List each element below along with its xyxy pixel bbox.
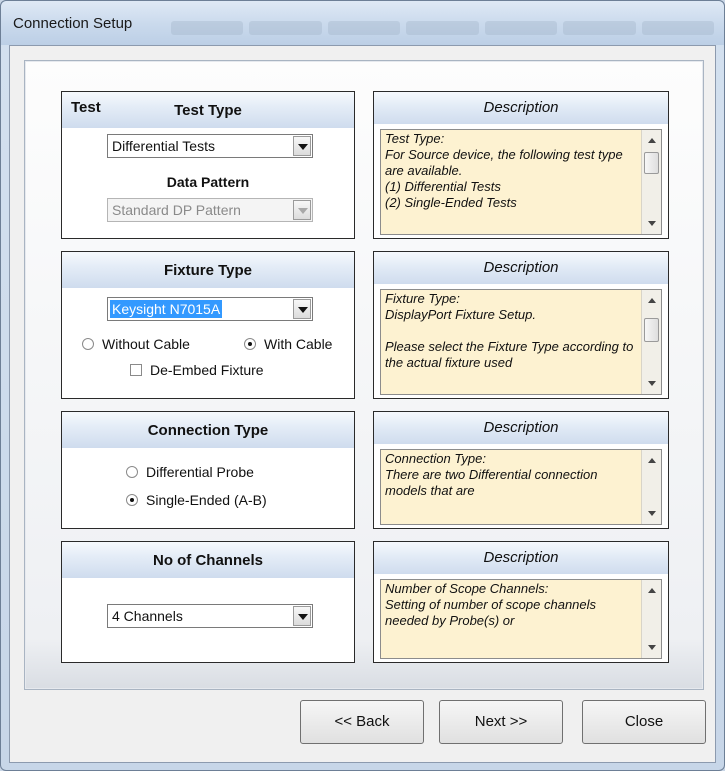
test-type-title: Test Type xyxy=(174,102,242,119)
chevron-down-icon[interactable] xyxy=(293,606,311,626)
scroll-thumb[interactable] xyxy=(644,318,659,342)
description-title: Description xyxy=(483,419,559,436)
data-pattern-value: Standard DP Pattern xyxy=(112,202,241,218)
back-button[interactable]: << Back xyxy=(300,700,424,744)
scroll-up-icon[interactable] xyxy=(648,138,656,143)
description-scrollbar[interactable] xyxy=(641,450,661,524)
description-text: Number of Scope Channels: Setting of num… xyxy=(385,581,597,628)
connection-type-title: Connection Type xyxy=(147,422,269,439)
fixture-description-panel: Description Fixture Type: DisplayPort Fi… xyxy=(373,251,669,399)
single-ended-label: Single-Ended (A-B) xyxy=(146,492,267,508)
radio-unchecked-icon[interactable] xyxy=(126,466,138,478)
radio-checked-icon[interactable] xyxy=(244,338,256,350)
test-description-panel: Description Test Type: For Source device… xyxy=(373,91,669,239)
close-button[interactable]: Close xyxy=(582,700,706,744)
description-scrollbar[interactable] xyxy=(641,290,661,394)
scroll-down-icon[interactable] xyxy=(648,511,656,516)
with-cable-radio[interactable]: With Cable xyxy=(244,336,332,352)
differential-probe-label: Differential Probe xyxy=(146,464,254,480)
title-bar[interactable]: Connection Setup xyxy=(1,1,724,45)
data-pattern-label: Data Pattern xyxy=(166,174,250,190)
description-title: Description xyxy=(483,549,559,566)
scroll-down-icon[interactable] xyxy=(648,221,656,226)
chevron-down-icon[interactable] xyxy=(293,299,311,319)
differential-probe-radio[interactable]: Differential Probe xyxy=(126,464,254,480)
fixture-type-title: Fixture Type xyxy=(163,262,253,279)
description-text: Test Type: For Source device, the follow… xyxy=(385,131,623,210)
scroll-thumb[interactable] xyxy=(644,152,659,174)
description-box: Test Type: For Source device, the follow… xyxy=(380,129,662,235)
settings-group: Test Test Type Differential Tests Data P… xyxy=(24,60,704,690)
window-title: Connection Setup xyxy=(13,15,133,32)
channels-value: 4 Channels xyxy=(112,608,183,624)
scroll-up-icon[interactable] xyxy=(648,298,656,303)
scroll-down-icon[interactable] xyxy=(648,381,656,386)
next-button[interactable]: Next >> xyxy=(439,700,563,744)
background-tabs xyxy=(171,21,714,37)
description-title: Description xyxy=(483,99,559,116)
test-type-dropdown[interactable]: Differential Tests xyxy=(107,134,313,158)
chevron-down-icon[interactable] xyxy=(293,136,311,156)
without-cable-label: Without Cable xyxy=(102,336,190,352)
description-text: Connection Type: There are two Different… xyxy=(385,451,598,498)
de-embed-label: De-Embed Fixture xyxy=(150,362,264,378)
channels-title: No of Channels xyxy=(152,552,263,569)
description-scrollbar[interactable] xyxy=(641,130,661,234)
with-cable-label: With Cable xyxy=(264,336,333,352)
connection-setup-window: Connection Setup Test Test Type Differen… xyxy=(0,0,725,771)
single-ended-radio[interactable]: Single-Ended (A-B) xyxy=(126,492,267,508)
description-title: Description xyxy=(483,259,559,276)
description-box: Number of Scope Channels: Setting of num… xyxy=(380,579,662,659)
radio-unchecked-icon[interactable] xyxy=(82,338,94,350)
test-type-panel: Test Test Type Differential Tests Data P… xyxy=(61,91,355,239)
data-pattern-dropdown: Standard DP Pattern xyxy=(107,198,313,222)
channels-panel: No of Channels 4 Channels xyxy=(61,541,355,663)
without-cable-radio[interactable]: Without Cable xyxy=(82,336,190,352)
fixture-type-value: Keysight N7015A xyxy=(110,300,223,318)
description-text: Fixture Type: DisplayPort Fixture Setup.… xyxy=(385,291,634,370)
scroll-up-icon[interactable] xyxy=(648,458,656,463)
description-scrollbar[interactable] xyxy=(641,580,661,658)
fixture-type-panel: Fixture Type Keysight N7015A Without Cab… xyxy=(61,251,355,399)
connection-type-panel: Connection Type Differential Probe Singl… xyxy=(61,411,355,529)
scroll-down-icon[interactable] xyxy=(648,645,656,650)
chevron-down-icon xyxy=(293,200,311,220)
connection-description-panel: Description Connection Type: There are t… xyxy=(373,411,669,529)
radio-checked-icon[interactable] xyxy=(126,494,138,506)
description-box: Connection Type: There are two Different… xyxy=(380,449,662,525)
dialog-client-area: Test Test Type Differential Tests Data P… xyxy=(9,45,716,763)
channels-dropdown[interactable]: 4 Channels xyxy=(107,604,313,628)
checkbox-unchecked-icon[interactable] xyxy=(130,364,142,376)
fixture-type-dropdown[interactable]: Keysight N7015A xyxy=(107,297,313,321)
de-embed-checkbox[interactable]: De-Embed Fixture xyxy=(130,362,264,378)
test-type-value: Differential Tests xyxy=(112,138,215,154)
description-box: Fixture Type: DisplayPort Fixture Setup.… xyxy=(380,289,662,395)
channels-description-panel: Description Number of Scope Channels: Se… xyxy=(373,541,669,663)
scroll-up-icon[interactable] xyxy=(648,588,656,593)
